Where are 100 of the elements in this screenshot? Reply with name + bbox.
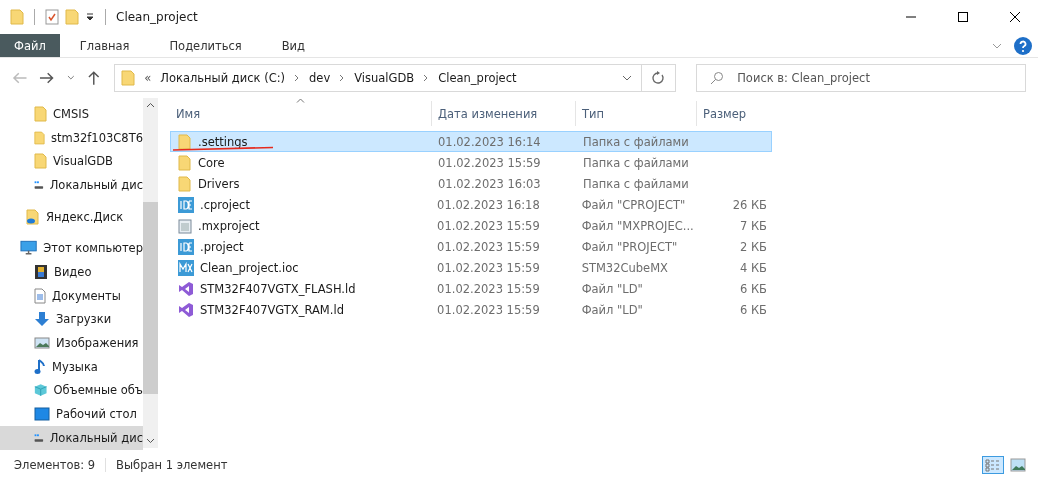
table-cell-text: 01.02.2023 16:14 bbox=[437, 134, 542, 149]
file-name: .mxproject bbox=[198, 218, 260, 233]
ribbon-tab[interactable]: Вид bbox=[261, 34, 326, 57]
ribbon-tab[interactable]: Файл bbox=[0, 34, 60, 57]
refresh-icon[interactable] bbox=[651, 71, 666, 85]
folder-icon bbox=[34, 129, 45, 146]
table-cell-text: 01.02.2023 15:59 bbox=[436, 302, 541, 317]
file-name: Core bbox=[198, 155, 225, 170]
table-cell-text: Файл "LD" bbox=[580, 302, 644, 317]
film-icon bbox=[34, 263, 48, 280]
sidebar-item[interactable]: VisualGDB bbox=[0, 149, 143, 174]
help-icon[interactable] bbox=[1014, 36, 1032, 55]
document-icon bbox=[34, 287, 46, 304]
sidebar-item[interactable]: Этот компьютер bbox=[0, 236, 143, 261]
chevron-icon[interactable] bbox=[622, 74, 633, 82]
chevron-icon[interactable] bbox=[66, 75, 75, 81]
desktop-icon bbox=[34, 407, 50, 422]
window-title: Clean_project bbox=[116, 10, 198, 24]
table-cell-text: 01.02.2023 15:59 bbox=[436, 239, 541, 254]
forward-arrow-icon[interactable] bbox=[39, 71, 55, 85]
selection-count: Выбран 1 элемент bbox=[116, 458, 228, 472]
sidebar-item[interactable]: Локальный дис bbox=[0, 173, 143, 197]
breadcrumb[interactable]: dev bbox=[309, 71, 331, 85]
sidebar-item[interactable]: stm32f103C8T6 bbox=[0, 125, 143, 150]
sidebar-item[interactable]: Музыка bbox=[0, 354, 143, 379]
breadcrumb[interactable]: Локальный диск (C:) bbox=[160, 71, 286, 85]
table-cell-text: Файл "MXPROJEC... bbox=[580, 218, 695, 233]
ribbon-tab[interactable]: Поделиться bbox=[149, 34, 262, 57]
folder-icon bbox=[121, 70, 136, 86]
table-cell-text: 7 КБ bbox=[738, 218, 768, 233]
table-cell-text: 01.02.2023 15:59 bbox=[437, 155, 542, 170]
table-cell-text: 01.02.2023 15:59 bbox=[436, 218, 541, 233]
sort-caret-icon bbox=[296, 98, 305, 103]
file-name: Clean_project.ioc bbox=[200, 260, 299, 275]
file-row[interactable]: STM32F407VGTX_RAM.ld 01.02.2023 15:59 Файл "LD" 6 КБ bbox=[170, 299, 772, 320]
sidebar-item[interactable]: CMSIS bbox=[0, 102, 143, 126]
up-arrow-icon[interactable] bbox=[86, 70, 101, 86]
folder-icon bbox=[34, 153, 47, 170]
table-cell-text: Папка с файлами bbox=[582, 155, 690, 170]
scroll-up-icon[interactable] bbox=[146, 102, 155, 108]
folder-icon bbox=[178, 133, 192, 150]
column-header[interactable]: Тип bbox=[576, 101, 697, 126]
search-field[interactable]: Поиск в: Clean_project bbox=[696, 64, 1026, 92]
file-row[interactable]: .mxproject 01.02.2023 15:59 Файл "MXPROJEC... 7 КБ bbox=[170, 215, 772, 236]
table-cell-text: 01.02.2023 15:59 bbox=[436, 281, 541, 296]
sidebar-item[interactable]: Объемные объ bbox=[0, 378, 143, 403]
mx-file-icon bbox=[178, 259, 194, 276]
ribbon-tab[interactable]: Главная bbox=[59, 34, 150, 57]
sidebar-item[interactable]: Локальный дис bbox=[0, 425, 143, 450]
ide-file-icon bbox=[178, 238, 194, 255]
file-row[interactable]: .project 01.02.2023 15:59 Файл "PROJECT" 2 КБ bbox=[170, 236, 772, 257]
folder-icon bbox=[34, 105, 47, 122]
file-row[interactable]: .cproject 01.02.2023 16:18 Файл "CPROJECT" 26 КБ bbox=[170, 194, 772, 215]
sidebar-item[interactable]: Рабочий стол bbox=[0, 402, 143, 426]
dropdown-icon[interactable] bbox=[85, 12, 95, 22]
scrollbar[interactable] bbox=[143, 98, 158, 448]
chevron-right-icon[interactable] bbox=[339, 74, 346, 82]
table-cell-text: 01.02.2023 15:59 bbox=[436, 260, 541, 275]
monitor-icon bbox=[20, 240, 38, 257]
down-arrow-icon bbox=[34, 311, 50, 328]
breadcrumb[interactable]: Clean_project bbox=[438, 71, 517, 85]
file-row[interactable]: .settings 01.02.2023 16:14 Папка с файлами bbox=[170, 131, 772, 152]
sidebar-item[interactable]: Загрузки bbox=[0, 307, 143, 332]
file-name: .project bbox=[200, 239, 244, 254]
chevron-right-icon[interactable] bbox=[294, 74, 301, 82]
file-name: STM32F407VGTX_RAM.ld bbox=[200, 302, 344, 317]
properties-icon[interactable] bbox=[45, 9, 59, 25]
search-icon bbox=[710, 71, 725, 85]
file-row[interactable]: Drivers 01.02.2023 16:03 Папка с файлами bbox=[170, 173, 772, 194]
cube-icon bbox=[34, 382, 48, 399]
file-row[interactable]: Core 01.02.2023 15:59 Папка с файлами bbox=[170, 152, 772, 173]
column-header[interactable]: Дата изменения bbox=[432, 101, 576, 126]
file-row[interactable]: Clean_project.ioc 01.02.2023 15:59 STM32CubeMX 4 КБ bbox=[170, 257, 772, 278]
sidebar-item[interactable]: Изображения bbox=[0, 331, 143, 355]
cloud-folder-icon bbox=[26, 208, 40, 225]
sidebar-item[interactable]: Документы bbox=[0, 283, 143, 308]
file-name: STM32F407VGTX_FLASH.ld bbox=[200, 281, 356, 296]
image-icon bbox=[34, 336, 50, 351]
thumbnail-view-icon[interactable] bbox=[1010, 458, 1026, 472]
scroll-down-icon[interactable] bbox=[146, 438, 155, 444]
table-cell-text: Файл "LD" bbox=[580, 281, 644, 296]
music-note-icon bbox=[34, 358, 46, 375]
column-header[interactable]: Размер bbox=[697, 101, 772, 126]
sidebar-item[interactable]: Яндекс.Диск bbox=[0, 204, 143, 229]
breadcrumb[interactable]: VisualGDB bbox=[354, 71, 415, 85]
file-name: Drivers bbox=[198, 176, 240, 191]
column-header[interactable]: Имя bbox=[170, 101, 432, 126]
chevron-icon[interactable] bbox=[992, 41, 1002, 50]
item-count: Элементов: 9 bbox=[14, 458, 96, 472]
scroll-thumb[interactable] bbox=[143, 202, 158, 394]
table-cell-text: 2 КБ bbox=[738, 239, 768, 254]
folder-icon bbox=[178, 175, 192, 192]
table-cell-text: 01.02.2023 16:03 bbox=[437, 176, 542, 191]
table-cell-text: 4 КБ bbox=[738, 260, 768, 275]
chevron-right-icon[interactable] bbox=[423, 74, 430, 82]
overflow-chevron[interactable]: « bbox=[144, 71, 152, 85]
address-bar[interactable]: « Локальный диск (C:) dev VisualGDB Clean_project bbox=[114, 64, 677, 92]
details-view-icon[interactable] bbox=[982, 456, 1004, 474]
sidebar-item[interactable]: Видео bbox=[0, 260, 143, 284]
file-row[interactable]: STM32F407VGTX_FLASH.ld 01.02.2023 15:59 Файл "LD" 6 КБ bbox=[170, 278, 772, 299]
